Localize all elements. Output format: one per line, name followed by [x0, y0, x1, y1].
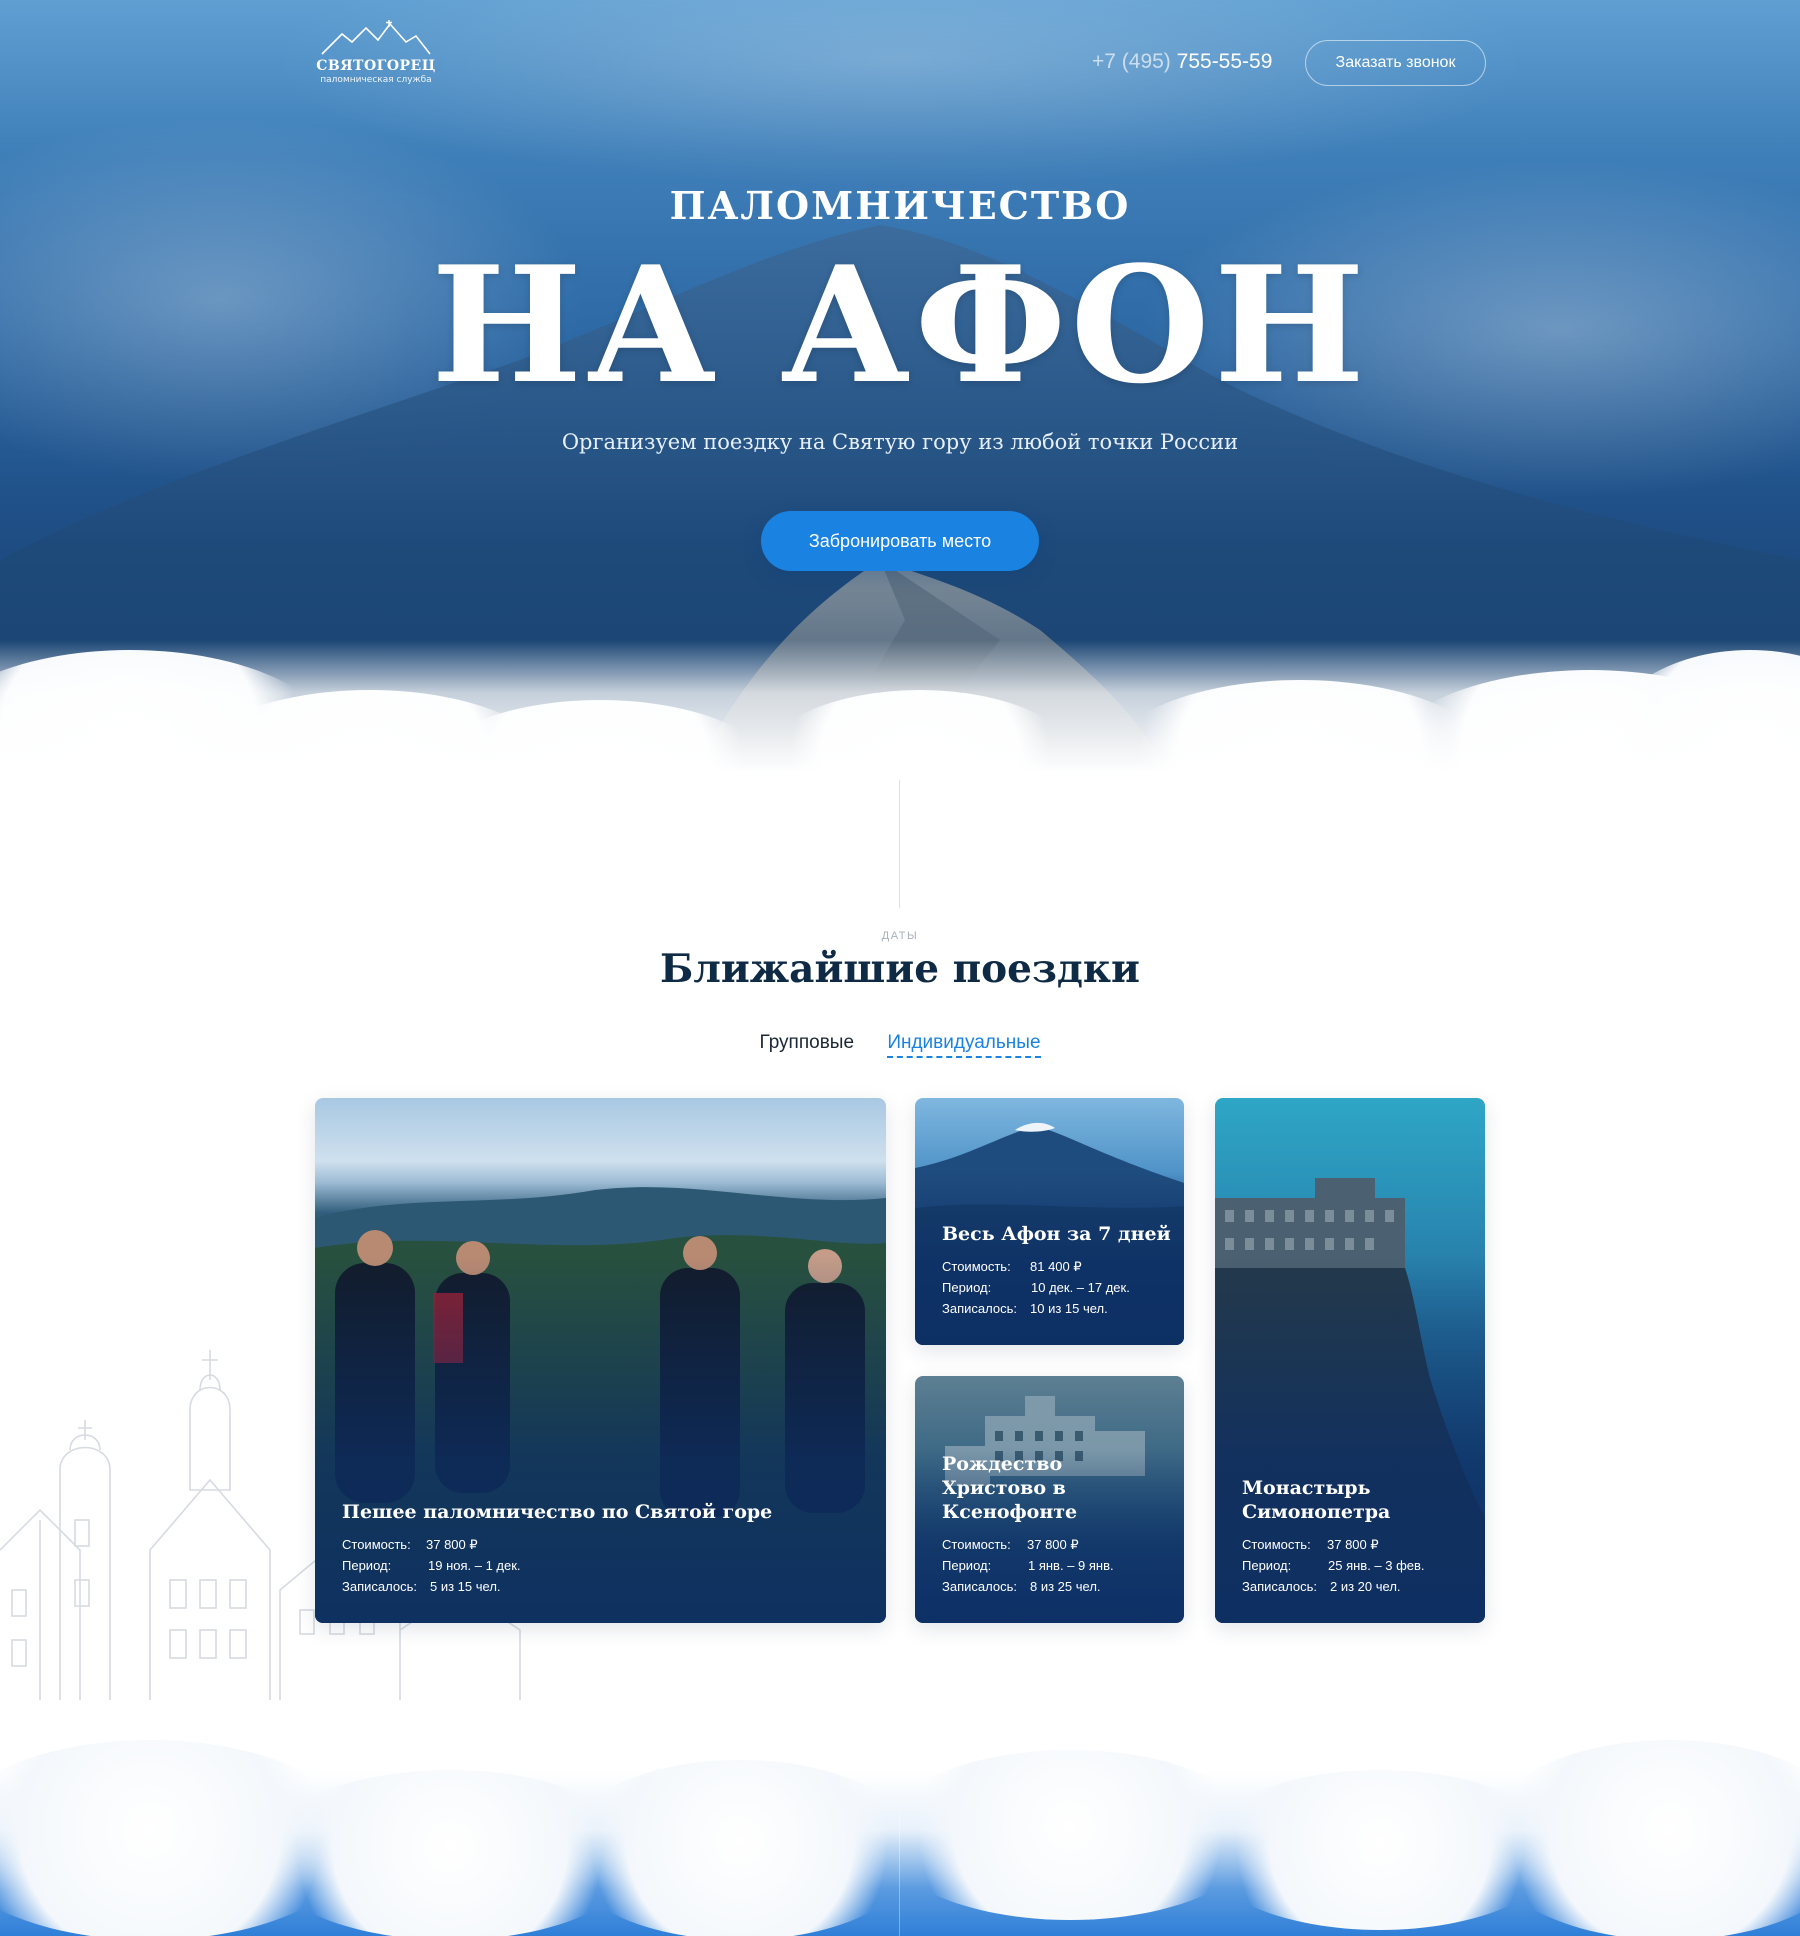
book-place-button[interactable]: Забронировать место: [761, 511, 1039, 571]
trip-price-label: Стоимость:: [1242, 1537, 1311, 1552]
trip-signed-value: 5 из 15 чел.: [430, 1579, 501, 1594]
hero-description: Организуем поездку на Святую гору из люб…: [561, 430, 1239, 454]
divider-line: [899, 780, 900, 908]
trip-signed-value: 2 из 20 чел.: [1330, 1579, 1401, 1594]
trip-signed-label: Записалось:: [942, 1579, 1017, 1594]
trip-period-value: 19 ноя. – 1 дек.: [428, 1558, 521, 1573]
trip-info: Рождество Христово в Ксенофонте Стоимост…: [942, 1452, 1152, 1597]
trip-period-value: 1 янв. – 9 янв.: [1028, 1558, 1114, 1573]
divider-line-bottom: [899, 1810, 900, 1936]
trip-card[interactable]: Пешее паломничество по Святой горе Стоим…: [315, 1098, 886, 1623]
trip-signed: Записалось: 10 из 15 чел.: [942, 1298, 1171, 1319]
trip-period: Период: 25 янв. – 3 фев.: [1242, 1555, 1432, 1576]
trip-price-label: Стоимость:: [942, 1259, 1011, 1274]
trip-signed-label: Записалось:: [1242, 1579, 1317, 1594]
trip-signed: Записалось: 5 из 15 чел.: [342, 1576, 772, 1597]
hero-subtitle: ПАЛОМНИЧЕСТВО: [669, 183, 1131, 228]
tab-individual[interactable]: Индивидуальные: [887, 1032, 1041, 1058]
trip-price: Стоимость: 37 800 ₽: [942, 1534, 1152, 1555]
trip-period-label: Период:: [942, 1280, 992, 1295]
trip-title: Пешее паломничество по Святой горе: [342, 1501, 773, 1523]
hero-cloud-fade: [0, 640, 1800, 860]
trip-period: Период: 10 дек. – 17 дек.: [942, 1277, 1171, 1298]
trip-price-label: Стоимость:: [342, 1537, 411, 1552]
trip-price-label: Стоимость:: [942, 1537, 1011, 1552]
trip-price: Стоимость: 37 800 ₽: [342, 1534, 772, 1555]
trip-info: Монастырь Симонопетра Стоимость: 37 800 ₽…: [1242, 1476, 1432, 1597]
hero-title: НА АФОН: [431, 231, 1369, 419]
trip-type-tabs: Групповые Индивидуальные: [0, 1032, 1800, 1058]
logo[interactable]: СВЯТОГОРЕЦ паломническая служба: [316, 20, 436, 100]
callback-button[interactable]: Заказать звонок: [1305, 40, 1486, 86]
trip-title: Рождество Христово в Ксенофонте: [942, 1453, 1078, 1523]
bottom-clouds: [0, 1700, 1800, 1936]
mountain-logo-icon: [321, 20, 431, 55]
trip-signed: Записалось: 8 из 25 чел.: [942, 1576, 1152, 1597]
trip-price: Стоимость: 37 800 ₽: [1242, 1534, 1432, 1555]
trip-card[interactable]: Монастырь Симонопетра Стоимость: 37 800 ₽…: [1215, 1098, 1485, 1623]
trip-period-value: 10 дек. – 17 дек.: [1031, 1280, 1130, 1295]
trip-card[interactable]: Рождество Христово в Ксенофонте Стоимост…: [915, 1376, 1184, 1623]
trip-price-value: 37 800 ₽: [1327, 1537, 1379, 1552]
trip-period-label: Период:: [942, 1558, 992, 1573]
trip-period-label: Период:: [342, 1558, 392, 1573]
trip-signed-value: 8 из 25 чел.: [1030, 1579, 1101, 1594]
trip-signed-label: Записалось:: [942, 1301, 1017, 1316]
trip-period-value: 25 янв. – 3 фев.: [1328, 1558, 1425, 1573]
phone-link[interactable]: +7 (495) 755-55-59: [1092, 50, 1272, 74]
trip-period: Период: 1 янв. – 9 янв.: [942, 1555, 1152, 1576]
trip-price: Стоимость: 81 400 ₽: [942, 1256, 1171, 1277]
trip-signed-value: 10 из 15 чел.: [1030, 1301, 1108, 1316]
trip-price-value: 37 800 ₽: [1027, 1537, 1079, 1552]
trip-period-label: Период:: [1242, 1558, 1292, 1573]
trip-title: Монастырь Симонопетра: [1242, 1477, 1391, 1523]
trip-period: Период: 19 ноя. – 1 дек.: [342, 1555, 772, 1576]
trip-info: Пешее паломничество по Святой горе Стоим…: [342, 1500, 772, 1597]
trip-price-value: 37 800 ₽: [426, 1537, 478, 1552]
phone-number: 755-55-59: [1176, 50, 1273, 73]
trip-price-value: 81 400 ₽: [1030, 1259, 1082, 1274]
hero-section: СВЯТОГОРЕЦ паломническая служба +7 (495)…: [0, 0, 1800, 860]
phone-prefix: +7 (495): [1092, 50, 1171, 73]
tab-group[interactable]: Групповые: [759, 1032, 854, 1054]
trip-signed-label: Записалось:: [342, 1579, 417, 1594]
trip-signed: Записалось: 2 из 20 чел.: [1242, 1576, 1432, 1597]
section-title: Ближайшие поездки: [660, 946, 1140, 992]
section-kicker: ДАТЫ: [881, 930, 919, 942]
trip-info: Весь Афон за 7 дней Стоимость: 81 400 ₽ П…: [942, 1222, 1171, 1319]
logo-subtitle: паломническая служба: [320, 75, 432, 85]
trip-title: Весь Афон за 7 дней: [942, 1223, 1171, 1245]
trip-card[interactable]: Весь Афон за 7 дней Стоимость: 81 400 ₽ П…: [915, 1098, 1184, 1345]
logo-name: СВЯТОГОРЕЦ: [316, 58, 436, 74]
